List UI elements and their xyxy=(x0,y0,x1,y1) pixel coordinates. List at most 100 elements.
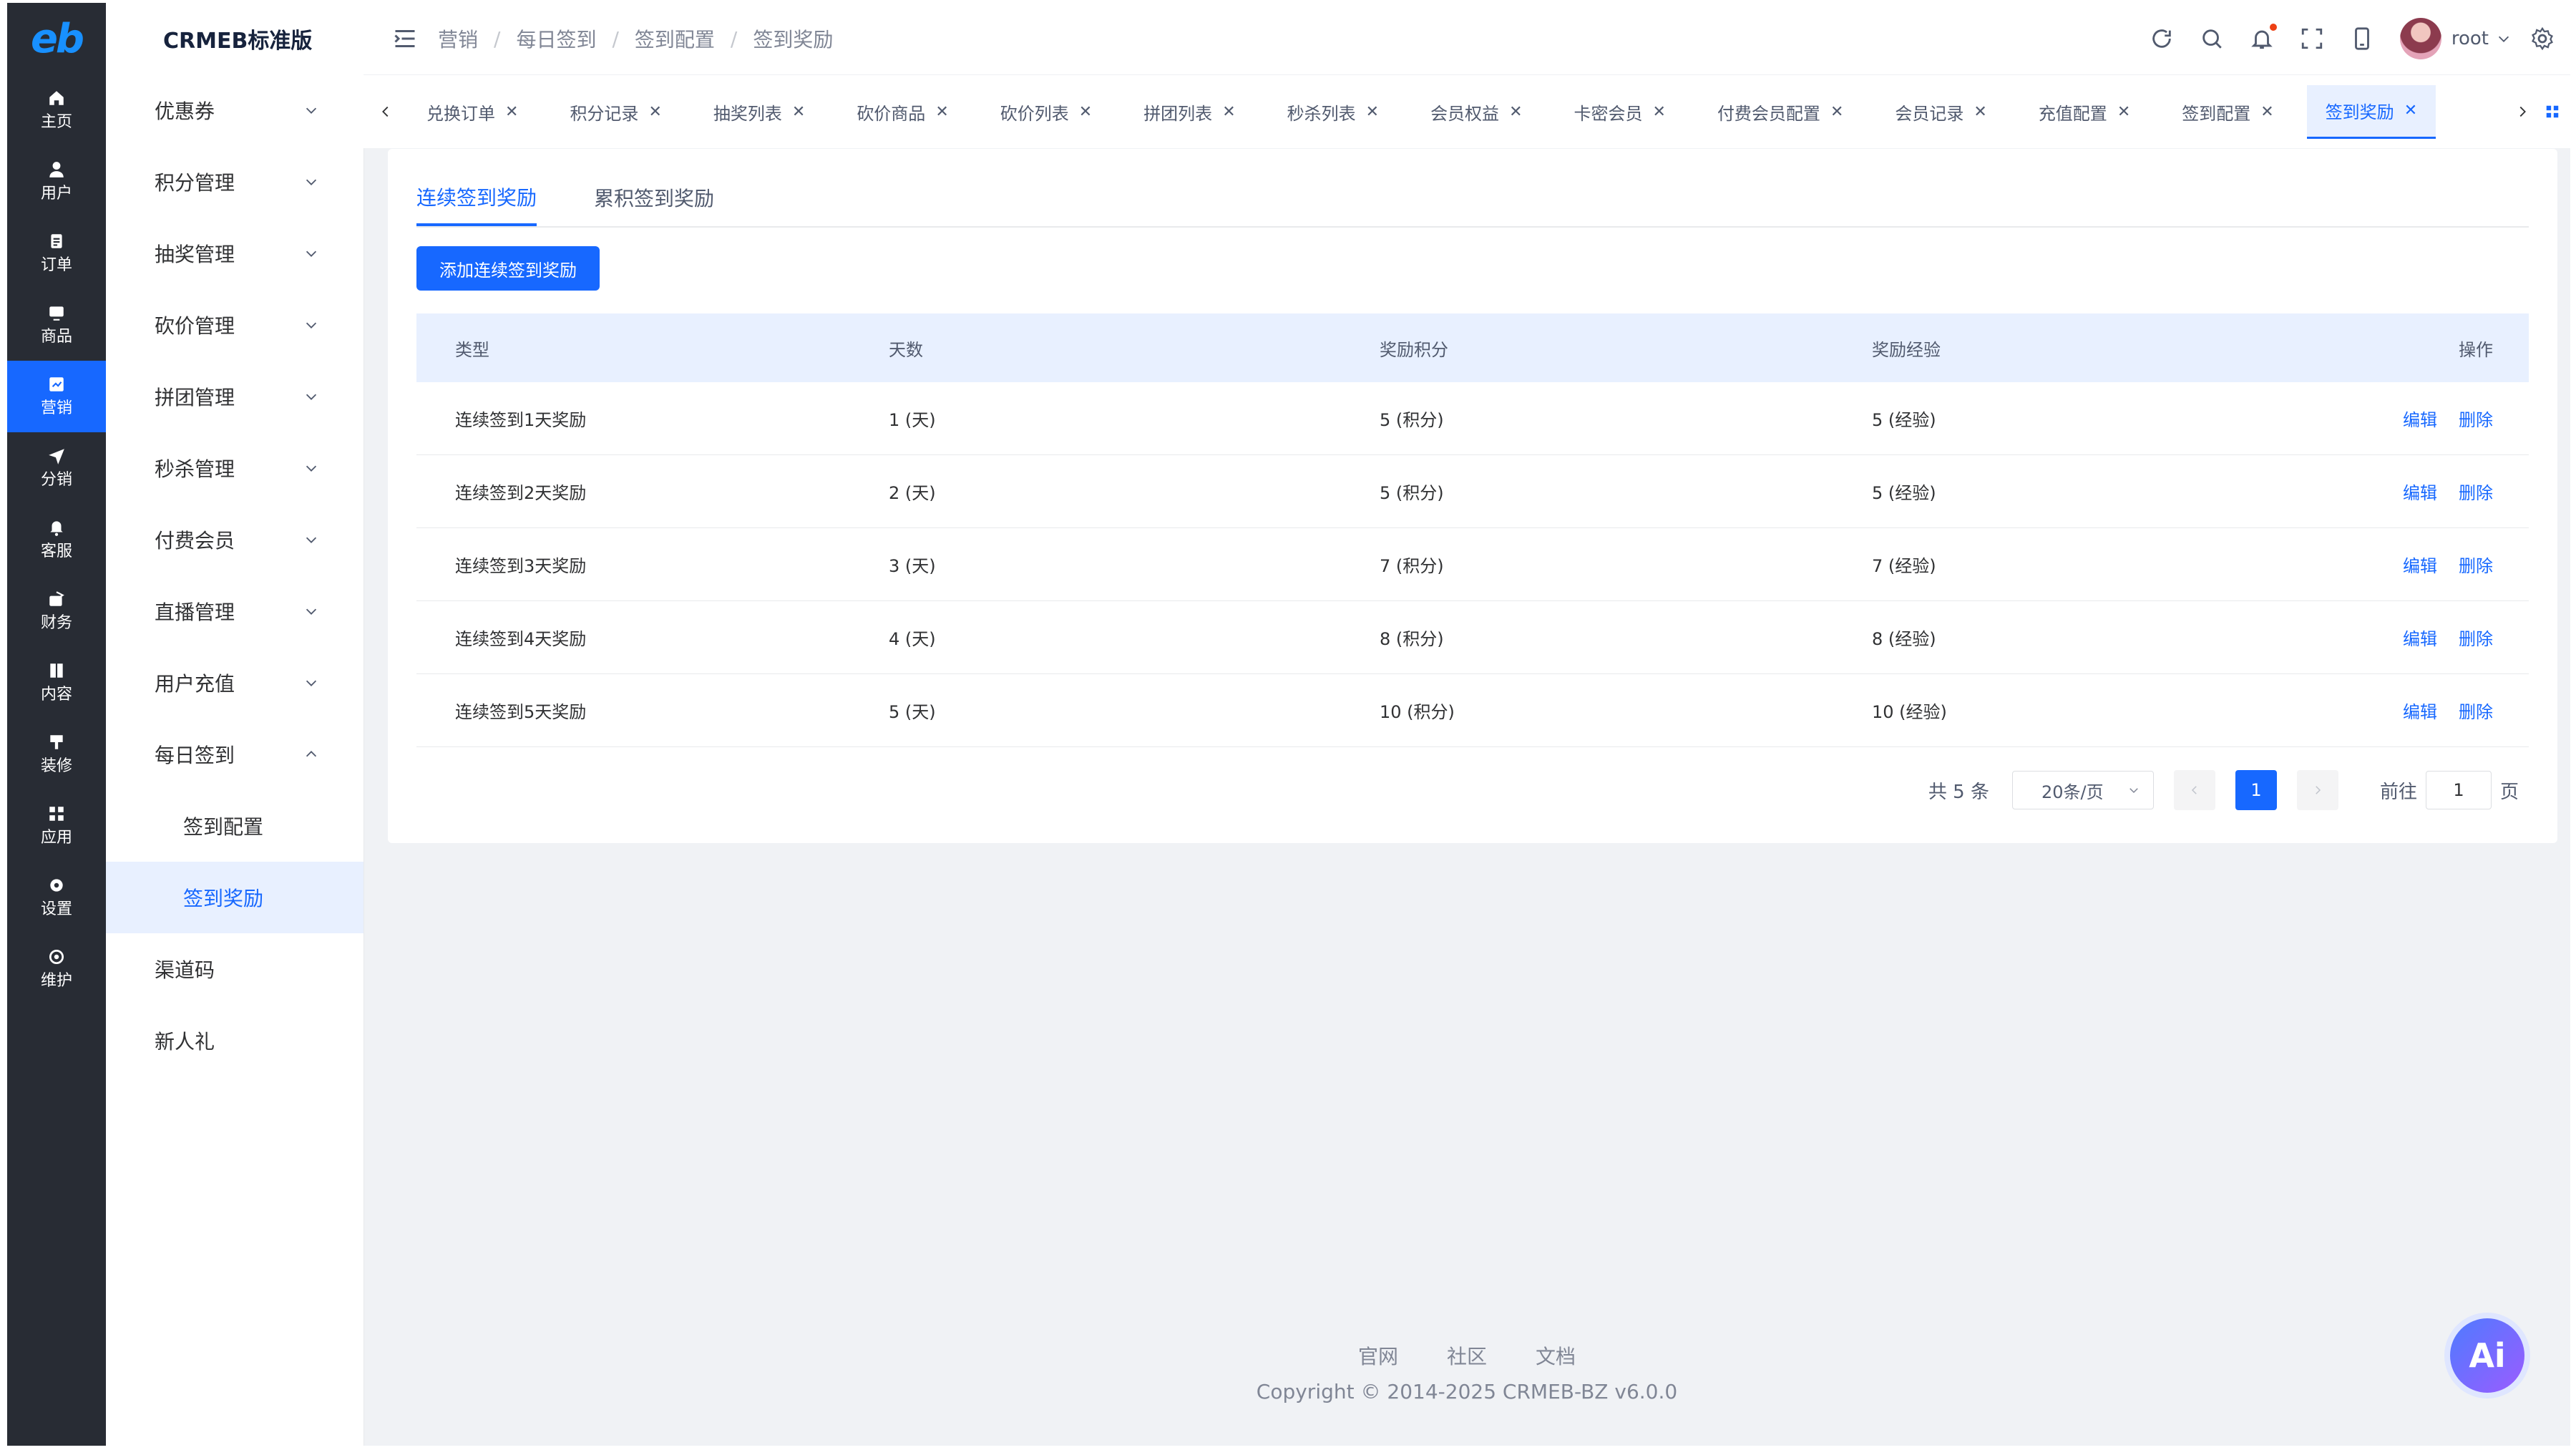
tab-continuous-reward[interactable]: 连续签到奖励 xyxy=(416,170,537,226)
close-icon[interactable]: ✕ xyxy=(1830,103,1843,121)
prev-page-button[interactable] xyxy=(2173,770,2215,810)
close-icon[interactable]: ✕ xyxy=(2404,102,2417,120)
cell-exp: 7 (经验) xyxy=(1871,527,2359,601)
goto-page-input[interactable] xyxy=(2425,771,2492,809)
submenu-item[interactable]: 每日签到 xyxy=(106,719,364,790)
rail-item-marketing[interactable]: 营销 xyxy=(7,361,106,432)
close-icon[interactable]: ✕ xyxy=(1222,103,1235,121)
close-icon[interactable]: ✕ xyxy=(648,103,661,121)
fullscreen-icon[interactable] xyxy=(2300,26,2324,51)
chevron-down-icon[interactable] xyxy=(2496,31,2512,47)
footer-link-official[interactable]: 官网 xyxy=(1358,1341,1398,1370)
submenu-item[interactable]: 付费会员 xyxy=(106,504,364,575)
close-icon[interactable]: ✕ xyxy=(1653,103,1666,121)
rail-item-content[interactable]: 内容 xyxy=(7,647,106,719)
delete-link[interactable]: 删除 xyxy=(2459,702,2493,722)
breadcrumb-item[interactable]: 签到配置 xyxy=(635,24,715,53)
edit-link[interactable]: 编辑 xyxy=(2403,483,2437,503)
next-page-button[interactable] xyxy=(2296,770,2338,810)
tab-item[interactable]: 积分记录 ✕ xyxy=(551,86,680,137)
close-icon[interactable]: ✕ xyxy=(1079,103,1092,121)
tab-cumulative-reward[interactable]: 累积签到奖励 xyxy=(594,170,714,225)
rail-item-distribution[interactable]: 分销 xyxy=(7,432,106,504)
tabs-scroll-left-icon[interactable] xyxy=(368,75,404,148)
submenu-item[interactable]: 积分管理 xyxy=(106,146,364,218)
submenu-item[interactable]: 渠道码 xyxy=(106,933,364,1005)
tab-item[interactable]: 付费会员配置 ✕ xyxy=(1699,86,1862,137)
rail-item-settings[interactable]: 设置 xyxy=(7,862,106,933)
rail-item-maintenance[interactable]: 维护 xyxy=(7,933,106,1005)
bell-icon[interactable] xyxy=(2250,24,2277,51)
breadcrumb-item[interactable]: 签到奖励 xyxy=(753,24,833,53)
rail-item-home[interactable]: 主页 xyxy=(7,74,106,146)
submenu-item[interactable]: 拼团管理 xyxy=(106,361,364,432)
delete-link[interactable]: 删除 xyxy=(2459,410,2493,430)
delete-link[interactable]: 删除 xyxy=(2459,483,2493,503)
rail-item-order[interactable]: 订单 xyxy=(7,218,106,289)
tab-item[interactable]: 砍价商品 ✕ xyxy=(838,86,967,137)
gear-icon[interactable] xyxy=(2530,26,2555,51)
submenu-item[interactable]: 抽奖管理 xyxy=(106,218,364,289)
close-icon[interactable]: ✕ xyxy=(2260,103,2273,121)
edit-link[interactable]: 编辑 xyxy=(2403,410,2437,430)
page-number[interactable]: 1 xyxy=(2235,770,2277,810)
rail-item-service[interactable]: 客服 xyxy=(7,504,106,575)
avatar[interactable] xyxy=(2399,18,2441,59)
tab-item[interactable]: 砍价列表 ✕ xyxy=(982,86,1111,137)
submenu-subitem[interactable]: 签到配置 xyxy=(106,790,364,862)
tabs-bar: 兑换订单 ✕ 积分记录 ✕ 抽奖列表 ✕ 砍价商品 ✕ 砍价列表 ✕ 拼团列表 ✕ 秒杀列表 ✕ 会员权益 ✕… xyxy=(364,75,2570,148)
refresh-icon[interactable] xyxy=(2150,26,2174,51)
breadcrumb-item[interactable]: 每日签到 xyxy=(516,24,596,53)
search-icon[interactable] xyxy=(2200,26,2224,51)
edit-link[interactable]: 编辑 xyxy=(2403,629,2437,649)
add-reward-button[interactable]: 添加连续签到奖励 xyxy=(416,246,600,291)
tab-item[interactable]: 会员记录 ✕ xyxy=(1876,86,2005,137)
submenu-item[interactable]: 直播管理 xyxy=(106,575,364,647)
menu-toggle-icon[interactable] xyxy=(392,26,418,52)
tab-item[interactable]: 充值配置 ✕ xyxy=(2020,86,2149,137)
grid-icon[interactable] xyxy=(2534,75,2570,148)
home-icon xyxy=(47,89,66,107)
close-icon[interactable]: ✕ xyxy=(935,103,948,121)
chevron-down-icon xyxy=(306,179,317,185)
rail-item-finance[interactable]: 财务 xyxy=(7,575,106,647)
submenu-item[interactable]: 秒杀管理 xyxy=(106,432,364,504)
submenu-item[interactable]: 新人礼 xyxy=(106,1005,364,1076)
tab-item[interactable]: 秒杀列表 ✕ xyxy=(1269,86,1397,137)
tab-item[interactable]: 抽奖列表 ✕ xyxy=(695,86,824,137)
rail-item-apps[interactable]: 应用 xyxy=(7,790,106,862)
chevron-up-icon xyxy=(306,751,317,757)
app-window: eb 主页 用户 订单 商品 营销 分销 客服 财务 内容 装修 应用 设置 维护 CRMEB标准版 优… xyxy=(7,3,2570,1446)
close-icon[interactable]: ✕ xyxy=(1509,103,1522,121)
breadcrumb-item[interactable]: 营销 xyxy=(438,24,478,53)
rail-item-product[interactable]: 商品 xyxy=(7,289,106,361)
tab-item[interactable]: 兑换订单 ✕ xyxy=(408,86,537,137)
submenu-item[interactable]: 砍价管理 xyxy=(106,289,364,361)
close-icon[interactable]: ✕ xyxy=(505,103,518,121)
rail-item-decoration[interactable]: 装修 xyxy=(7,719,106,790)
edit-link[interactable]: 编辑 xyxy=(2403,702,2437,722)
close-icon[interactable]: ✕ xyxy=(792,103,805,121)
username[interactable]: root xyxy=(2451,28,2489,49)
close-icon[interactable]: ✕ xyxy=(1974,103,1986,121)
close-icon[interactable]: ✕ xyxy=(1366,103,1379,121)
delete-link[interactable]: 删除 xyxy=(2459,556,2493,576)
footer-link-docs[interactable]: 文档 xyxy=(1536,1341,1576,1370)
submenu-item[interactable]: 用户充值 xyxy=(106,647,364,719)
tab-item[interactable]: 签到奖励 ✕ xyxy=(2306,84,2436,139)
tab-item[interactable]: 拼团列表 ✕ xyxy=(1125,86,1254,137)
page-size-select[interactable]: 20条/页 xyxy=(2011,771,2154,809)
ai-assistant-button[interactable]: Ai xyxy=(2450,1318,2524,1393)
delete-link[interactable]: 删除 xyxy=(2459,629,2493,649)
close-icon[interactable]: ✕ xyxy=(2117,103,2130,121)
tab-item[interactable]: 卡密会员 ✕ xyxy=(1556,86,1684,137)
footer-link-community[interactable]: 社区 xyxy=(1447,1341,1487,1370)
edit-link[interactable]: 编辑 xyxy=(2403,556,2437,576)
submenu-subitem[interactable]: 签到奖励 xyxy=(106,862,364,933)
rail-item-user[interactable]: 用户 xyxy=(7,146,106,218)
mobile-icon[interactable] xyxy=(2350,26,2374,51)
submenu-item[interactable]: 优惠券 xyxy=(106,74,364,146)
tab-item[interactable]: 签到配置 ✕ xyxy=(2163,86,2292,137)
logo[interactable]: eb xyxy=(7,3,106,74)
tab-item[interactable]: 会员权益 ✕ xyxy=(1412,86,1541,137)
